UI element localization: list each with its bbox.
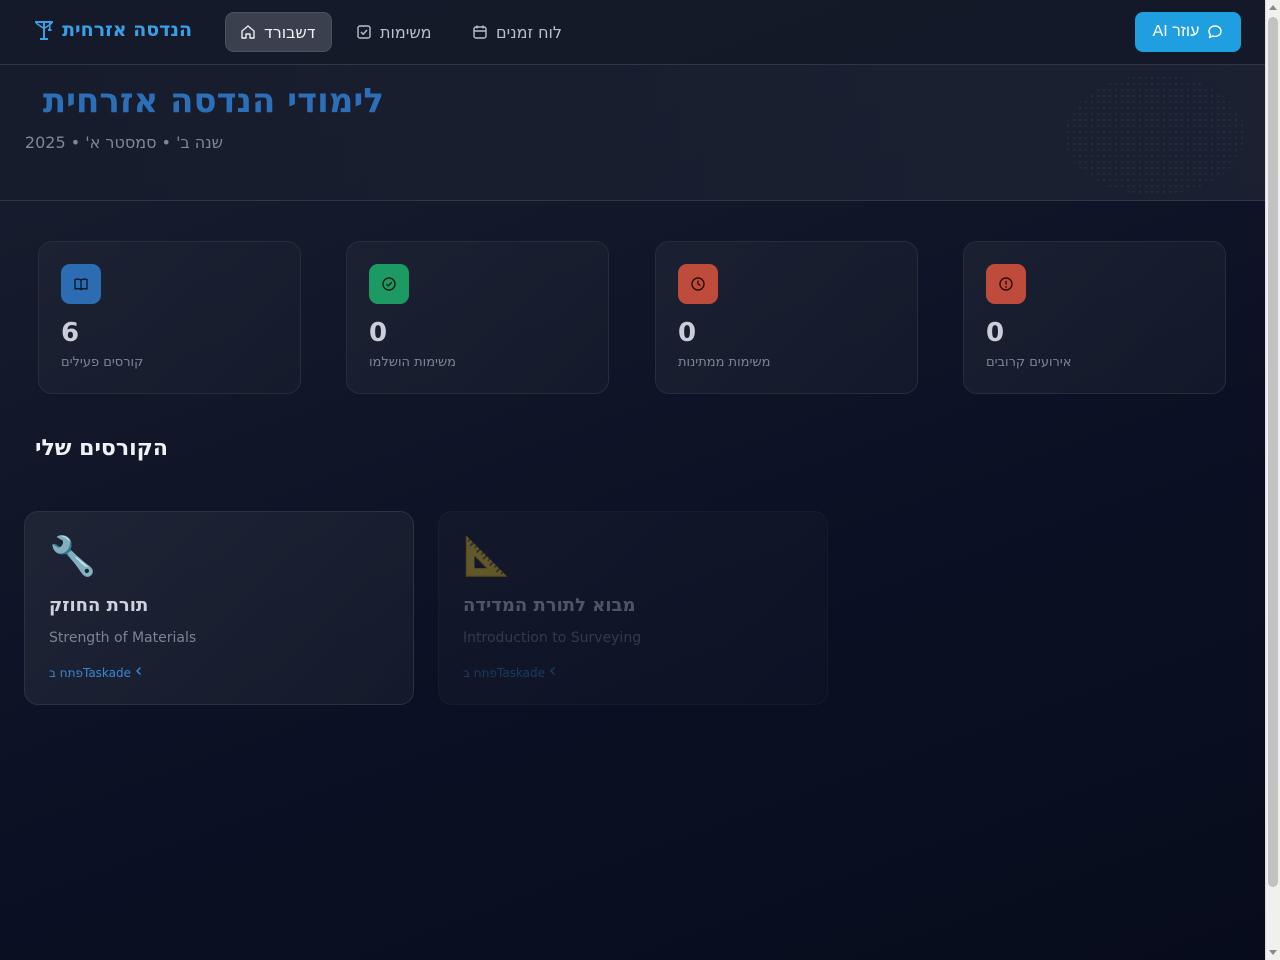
scroll-down-arrow-icon[interactable] xyxy=(1269,950,1277,955)
open-link-label: פתח בTaskade xyxy=(49,665,132,680)
stat-card-upcoming-events: 0 אירועים קרובים xyxy=(963,241,1226,394)
top-navbar: הנדסה אזרחית דשבורד משימות לוח זמנים עוז xyxy=(0,0,1265,65)
stat-card-pending-tasks: 0 משימות ממתינות xyxy=(655,241,918,394)
stat-value: 6 xyxy=(61,318,80,348)
app-viewport: הנדסה אזרחית דשבורד משימות לוח זמנים עוז xyxy=(0,0,1265,960)
stat-label: קורסים פעילים xyxy=(61,355,144,370)
stat-label: משימות ממתינות xyxy=(678,355,771,370)
chevron-left-icon xyxy=(133,665,145,680)
nav-dashboard[interactable]: דשבורד xyxy=(225,12,332,52)
triangle-ruler-icon: 📐 xyxy=(463,534,511,578)
clock-icon xyxy=(678,264,718,304)
vertical-scrollbar[interactable] xyxy=(1265,0,1280,960)
nav-dashboard-label: דשבורד xyxy=(264,22,316,42)
header-decoration xyxy=(1065,75,1245,195)
course-name: תורת החוזק xyxy=(49,595,149,616)
open-in-taskade-link[interactable]: פתח בTaskade xyxy=(49,665,145,680)
ai-button-label: עוזר AI xyxy=(1152,23,1200,40)
page-header: לימודי הנדסה אזרחית שנה ב' • סמסטר א' • … xyxy=(0,65,1265,201)
stat-card-active-courses: 6 קורסים פעילים xyxy=(38,241,301,394)
page-title: לימודי הנדסה אזרחית xyxy=(42,81,384,121)
stat-value: 0 xyxy=(678,318,697,348)
section-title-my-courses: הקורסים שלי xyxy=(35,436,168,461)
scroll-thumb[interactable] xyxy=(1268,17,1278,887)
stat-value: 0 xyxy=(369,318,388,348)
nav-schedule[interactable]: לוח זמנים xyxy=(458,12,576,52)
nav-tasks-label: משימות xyxy=(380,22,432,42)
stat-label: אירועים קרובים xyxy=(986,355,1072,370)
nav-schedule-label: לוח זמנים xyxy=(496,22,562,42)
wrench-icon: 🔧 xyxy=(49,534,97,578)
checkbox-icon xyxy=(356,24,372,40)
chevron-left-icon xyxy=(547,665,559,680)
course-english-name: Introduction to Surveying xyxy=(463,630,642,646)
page-subtitle: שנה ב' • סמסטר א' • 2025 xyxy=(24,133,223,152)
stat-label: משימות הושלמו xyxy=(369,355,457,370)
stat-card-completed-tasks: 0 משימות הושלמו xyxy=(346,241,609,394)
alert-circle-icon xyxy=(986,264,1026,304)
chat-bubble-icon xyxy=(1207,24,1223,40)
open-in-taskade-link[interactable]: פתח בTaskade xyxy=(463,665,559,680)
brand-title: הנדסה אזרחית xyxy=(62,19,192,41)
course-card-strength-of-materials[interactable]: 🔧 תורת החוזק Strength of Materials פתח ב… xyxy=(24,511,414,705)
construction-icon xyxy=(32,18,56,42)
book-icon xyxy=(61,264,101,304)
course-name: מבוא לתורת המדידה xyxy=(463,595,636,616)
home-icon xyxy=(240,24,256,40)
course-card-intro-surveying[interactable]: 📐 מבוא לתורת המדידה Introduction to Surv… xyxy=(438,511,828,705)
ai-assistant-button[interactable]: עוזר AI xyxy=(1135,12,1241,52)
open-link-label: פתח בTaskade xyxy=(463,665,546,680)
calendar-icon xyxy=(472,24,488,40)
nav-tasks[interactable]: משימות xyxy=(342,12,446,52)
stat-value: 0 xyxy=(986,318,1005,348)
scroll-up-arrow-icon[interactable] xyxy=(1269,5,1277,10)
check-circle-icon xyxy=(369,264,409,304)
course-english-name: Strength of Materials xyxy=(49,630,197,646)
brand[interactable]: הנדסה אזרחית xyxy=(32,18,192,42)
